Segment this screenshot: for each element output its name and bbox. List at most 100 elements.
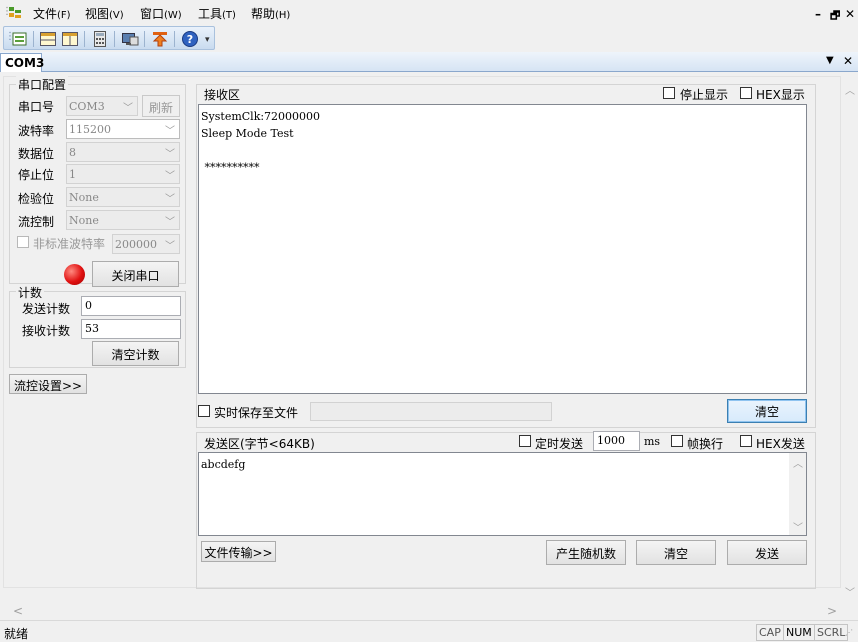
menu-help[interactable]: 帮助(H): [251, 5, 290, 22]
port-label: 串口号: [18, 100, 55, 114]
chevron-down-icon: ﹀: [165, 217, 175, 228]
menu-file[interactable]: 文件(F): [33, 5, 71, 22]
recv-count-label: 接收计数: [22, 324, 71, 338]
parity-value: None: [69, 191, 99, 204]
menu-tools-label: 工具: [198, 7, 223, 21]
menu-bar: ⋮ 文件(F) 视图(V) 窗口(W) 工具(T) 帮助(H) – 🗗 ✕: [0, 0, 858, 26]
frame-newline-label: 帧换行: [687, 437, 724, 451]
resize-grip-icon[interactable]: ⋰: [845, 628, 853, 637]
parity-label: 检验位: [18, 192, 55, 206]
save-file-path-field[interactable]: [310, 402, 552, 421]
databits-label: 数据位: [18, 147, 55, 161]
stop-display-checkbox[interactable]: [663, 87, 675, 99]
send-button[interactable]: 发送: [727, 540, 807, 565]
document-tab-strip: COM3 ▼ ✕: [0, 52, 858, 72]
chevron-down-icon: ﹀: [165, 149, 175, 160]
scroll-left-icon[interactable]: <: [13, 604, 23, 618]
menu-help-accel: (H): [275, 10, 291, 21]
svg-text:?: ?: [187, 33, 193, 46]
menu-help-label: 帮助: [251, 7, 276, 21]
calculator-icon[interactable]: [91, 30, 109, 48]
baud-select[interactable]: 115200 ﹀: [66, 119, 180, 139]
stop-display-label: 停止显示: [680, 88, 729, 102]
serial-config-title: 串口配置: [16, 76, 69, 93]
scroll-up-icon[interactable]: ︿: [845, 82, 855, 97]
hex-send-checkbox[interactable]: [740, 435, 752, 447]
send-scrollbar[interactable]: ︿ ﹀: [789, 453, 806, 535]
menu-window[interactable]: 窗口(W): [140, 5, 182, 22]
upload-icon[interactable]: [151, 30, 169, 48]
menu-window-label: 窗口: [140, 7, 165, 21]
chevron-down-icon: ﹀: [165, 171, 175, 182]
nonstd-baud-checkbox[interactable]: [17, 236, 29, 248]
port-status-indicator: [64, 264, 85, 285]
parity-select[interactable]: None ﹀: [66, 187, 180, 207]
toolbar-separator: [174, 31, 175, 47]
page-horizontal-scrollbar[interactable]: < >: [0, 602, 841, 619]
scroll-up-icon[interactable]: ︿: [793, 455, 803, 470]
status-text: 就绪: [4, 627, 29, 641]
stopbits-label: 停止位: [18, 168, 55, 182]
frame-newline-checkbox[interactable]: [671, 435, 683, 447]
new-port-icon[interactable]: [11, 30, 29, 48]
page-vertical-scrollbar[interactable]: ︿ ﹀: [841, 76, 858, 602]
split-horizontal-icon[interactable]: [39, 30, 57, 48]
refresh-button[interactable]: 刷新: [142, 95, 180, 117]
port-select[interactable]: COM3 ﹀: [66, 96, 138, 116]
stopbits-select[interactable]: 1 ﹀: [66, 164, 180, 184]
tab-com3[interactable]: COM3: [0, 53, 45, 72]
hex-display-label: HEX显示: [756, 88, 805, 102]
scrl-indicator: SCRL: [814, 624, 849, 641]
toolbar: ⋮ ? ▾: [0, 26, 858, 52]
receive-textarea[interactable]: SystemClk:72000000 Sleep Mode Test *****…: [198, 104, 807, 394]
scroll-down-icon[interactable]: ﹀: [845, 584, 855, 599]
toolbar-separator: [84, 31, 85, 47]
minimize-icon[interactable]: –: [815, 7, 821, 21]
hex-send-label: HEX发送: [756, 437, 805, 451]
nonstd-baud-select[interactable]: 200000 ﹀: [112, 234, 180, 254]
app-menu-icon[interactable]: [8, 6, 22, 19]
clear-receive-button[interactable]: 清空: [727, 399, 807, 423]
send-textarea[interactable]: abcdefg: [198, 452, 807, 536]
databits-select[interactable]: 8 ﹀: [66, 142, 180, 162]
flow-settings-button[interactable]: 流控设置>>: [9, 374, 87, 394]
tab-close-icon[interactable]: ✕: [843, 54, 853, 68]
help-icon[interactable]: ?: [181, 30, 199, 48]
scroll-right-icon[interactable]: >: [827, 604, 837, 618]
tab-com3-label: COM3: [5, 56, 45, 70]
close-port-button[interactable]: 关闭串口: [92, 261, 179, 287]
send-count-field[interactable]: 0: [81, 296, 181, 316]
clear-send-button[interactable]: 清空: [636, 540, 716, 565]
restore-icon[interactable]: 🗗: [830, 7, 840, 26]
close-icon[interactable]: ✕: [845, 7, 855, 21]
toolbar-overflow-icon[interactable]: ▾: [205, 35, 210, 45]
random-button[interactable]: 产生随机数: [546, 540, 626, 565]
file-transfer-button[interactable]: 文件传输>>: [201, 541, 276, 562]
menu-tools[interactable]: 工具(T): [198, 5, 236, 22]
interval-field[interactable]: 1000: [593, 431, 640, 451]
menu-file-accel: (F): [57, 10, 71, 21]
clear-count-button[interactable]: 清空计数: [92, 341, 179, 366]
chevron-down-icon: ﹀: [165, 194, 175, 205]
toolbar-separator: [144, 31, 145, 47]
nonstd-baud-value: 200000: [115, 238, 157, 251]
send-title: 发送区(字节<64KB): [204, 437, 315, 451]
toolbar-strip: ⋮ ? ▾: [3, 26, 215, 50]
interval-unit: ms: [644, 435, 661, 448]
menu-view[interactable]: 视图(V): [85, 5, 124, 22]
menu-file-label: 文件: [33, 7, 58, 21]
scroll-down-icon[interactable]: ﹀: [793, 519, 803, 534]
monitor-icon[interactable]: [121, 30, 139, 48]
hex-display-checkbox[interactable]: [740, 87, 752, 99]
split-vertical-icon[interactable]: [61, 30, 79, 48]
chevron-down-icon: ﹀: [165, 126, 175, 137]
save-file-checkbox[interactable]: [198, 405, 210, 417]
toolbar-separator: [114, 31, 115, 47]
baud-value: 115200: [69, 123, 111, 136]
recv-count-field[interactable]: 53: [81, 319, 181, 339]
timed-send-checkbox[interactable]: [519, 435, 531, 447]
receive-title: 接收区: [204, 88, 241, 102]
send-count-label: 发送计数: [22, 302, 71, 316]
flow-select[interactable]: None ﹀: [66, 210, 180, 230]
tab-list-icon[interactable]: ▼: [826, 55, 834, 66]
